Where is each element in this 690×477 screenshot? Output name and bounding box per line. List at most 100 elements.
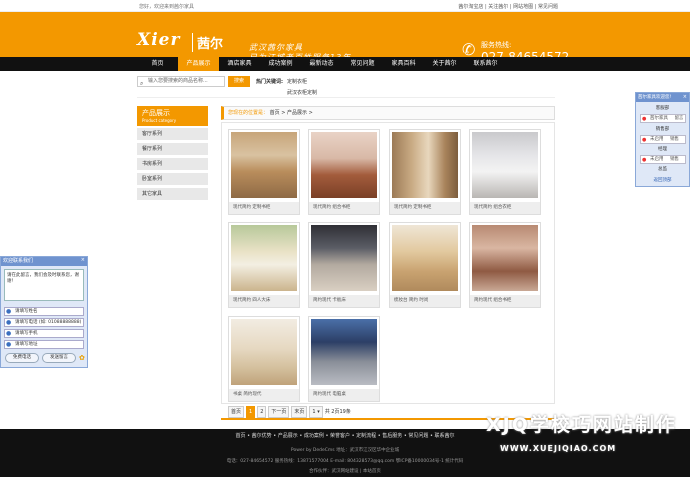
breadcrumb-label: 您现在的位置是：	[228, 110, 269, 116]
qq-icon: ●	[642, 137, 647, 143]
product-image[interactable]	[311, 225, 377, 291]
product-image[interactable]	[392, 132, 458, 198]
product-caption[interactable]: 书桌 简约现代	[229, 389, 299, 401]
product-image[interactable]	[231, 225, 297, 291]
hotline-label: 服务热线:	[481, 41, 512, 49]
qq-label: 未启用	[650, 157, 664, 162]
product-caption[interactable]: 现代简约 组合衣柜	[470, 202, 540, 214]
nav-item-news[interactable]: 最新动态	[301, 57, 342, 71]
search-button[interactable]: 搜索	[228, 76, 250, 87]
watermark-line1: XJQ学校巧网站制作	[486, 414, 677, 436]
nav-item-home[interactable]: 首页	[137, 57, 178, 71]
emoji-icon[interactable]: ✿	[79, 354, 85, 362]
product-card[interactable]: 简约现代 卡板床	[308, 222, 380, 308]
qq-label: 留言	[674, 116, 684, 121]
breadcrumb-current[interactable]: 产品展示	[287, 110, 307, 116]
pager-select[interactable]: 1 ▾	[309, 406, 323, 418]
product-image[interactable]	[231, 132, 297, 198]
qq-contact[interactable]: ● 未启用 销售	[640, 155, 686, 164]
footer-partner[interactable]: 合作伙伴：武汉网站建设 | 本站首页	[0, 468, 690, 474]
breadcrumb-home[interactable]: 首页	[270, 110, 280, 116]
product-card[interactable]: 现代简约 定制书柜	[228, 129, 300, 215]
chevron-down-icon: ▾	[317, 409, 320, 415]
product-card[interactable]: 现代简约 组合衣柜	[469, 129, 541, 215]
qq-contact[interactable]: ● 未启用 销售	[640, 135, 686, 144]
nav-item-about[interactable]: 关于茜尔	[424, 57, 465, 71]
sidebar-item-living[interactable]: 客厅系列	[137, 128, 208, 141]
product-image[interactable]	[472, 225, 538, 291]
qq-contact[interactable]: ● 茜尔家具 留言	[640, 114, 686, 123]
chat-phone-field[interactable]: ● 请填写电话 (如: 01088888888)	[4, 318, 84, 327]
sidebar-item-dining[interactable]: 餐厅系列	[137, 143, 208, 156]
sidebar-item-bedroom[interactable]: 卧室系列	[137, 173, 208, 186]
sidebar-item-other[interactable]: 其它家具	[137, 188, 208, 201]
chat-address-field[interactable]: ● 请填写地址	[4, 340, 84, 349]
product-caption[interactable]: 梳妆台 简约 时尚	[390, 295, 460, 307]
product-card[interactable]: 现代简约 四人大床	[228, 222, 300, 308]
keyword-link[interactable]: 武汉衣柜定制	[287, 89, 317, 96]
user-icon: ●	[6, 308, 12, 315]
keyword-link[interactable]: 定制衣柜	[287, 78, 307, 85]
nav-item-hotel[interactable]: 酒店家具	[219, 57, 260, 71]
watermark-line2: WWW.XUEJIQIAO.COM	[500, 444, 617, 453]
sidebar-title-en: Product category	[142, 118, 177, 123]
sidebar-item-study[interactable]: 书房系列	[137, 158, 208, 171]
welcome-text: 您好，欢迎来到茜尔家具	[139, 4, 195, 10]
nav-item-contact[interactable]: 联系茜尔	[465, 57, 506, 71]
product-card[interactable]: 现代简约 组合书柜	[308, 129, 380, 215]
service-group-label: 总监	[658, 167, 667, 172]
product-image[interactable]	[392, 225, 458, 291]
product-image[interactable]	[472, 132, 538, 198]
product-caption[interactable]: 现代简约 组合书柜	[309, 202, 379, 214]
send-message-button[interactable]: 发送留言	[42, 353, 76, 363]
nav-item-faq[interactable]: 常见问题	[342, 57, 383, 71]
product-card[interactable]: 书桌 简约现代	[228, 316, 300, 402]
home-icon: ●	[6, 341, 12, 348]
logo-cn: 茜尔	[192, 33, 223, 52]
product-image[interactable]	[311, 319, 377, 385]
chat-name-field[interactable]: ● 请填写姓名	[4, 307, 84, 316]
nav-item-wiki[interactable]: 家具百科	[383, 57, 424, 71]
logo-en[interactable]: Xier	[137, 30, 180, 50]
chat-mobile-field[interactable]: ● 请填写手机	[4, 329, 84, 338]
chat-name-placeholder: 请填写姓名	[15, 309, 38, 314]
pagination: 首页 1 2 下一页 末页 1 ▾ 共 2页19条	[228, 406, 351, 418]
product-caption[interactable]: 现代简约 四人大床	[229, 295, 299, 307]
product-caption[interactable]: 简约现代 卡板床	[309, 295, 379, 307]
phone-icon: ✆	[462, 40, 476, 59]
service-group-label: 销售部	[655, 127, 670, 132]
free-call-button[interactable]: 免费电话	[5, 353, 39, 363]
qq-label: 茜尔家具	[650, 116, 668, 121]
top-links[interactable]: 茜尔淘宝店 | 关注茜尔 | 网站地图 | 常见问题	[458, 3, 558, 10]
product-caption[interactable]: 现代简约 定制书柜	[229, 202, 299, 214]
product-image[interactable]	[231, 319, 297, 385]
sidebar-title: 产品展示 Product category	[137, 106, 208, 126]
search-input[interactable]: ⌕ 输入您要搜索的商品名称...	[137, 76, 225, 87]
pager-last[interactable]: 末页	[291, 406, 308, 418]
product-caption[interactable]: 简约现代 电脑桌	[309, 389, 379, 401]
pager-next[interactable]: 下一页	[268, 406, 290, 418]
nav-item-cases[interactable]: 成功案例	[260, 57, 301, 71]
pager-page-2[interactable]: 2	[257, 406, 267, 418]
chat-message-field[interactable]: 请在此留言，我们会及时联系您，谢谢！	[4, 269, 84, 301]
product-caption[interactable]: 简约现代 组合书柜	[470, 295, 540, 307]
breadcrumb: 您现在的位置是： 首页 > 产品展示 >	[221, 106, 555, 120]
pager-first[interactable]: 首页	[228, 406, 245, 418]
qq-label: 销售	[669, 157, 679, 162]
product-card[interactable]: 简约现代 电脑桌	[308, 316, 380, 402]
nav-item-products[interactable]: 产品展示	[178, 57, 219, 71]
product-card[interactable]: 现代简约 定制书柜	[389, 129, 461, 215]
product-card[interactable]: 梳妆台 简约 时尚	[389, 222, 461, 308]
main-nav: 首页 产品展示 酒店家具 成功案例 最新动态 常见问题 家具百科 关于茜尔 联系…	[0, 57, 690, 71]
header: Xier 茜尔 武汉茜尔家具 已为江城老百姓服务13年 ✆ 服务热线: 027-…	[0, 12, 690, 64]
product-card[interactable]: 简约现代 组合书柜	[469, 222, 541, 308]
pager-page-1[interactable]: 1	[246, 406, 256, 418]
close-icon[interactable]: ×	[81, 257, 85, 263]
qq-icon: ●	[642, 116, 647, 122]
close-icon[interactable]: ×	[683, 94, 687, 100]
pager-select-value: 1	[312, 409, 316, 415]
qq-label: 销售	[669, 137, 679, 142]
back-to-top-link[interactable]: 返回顶部	[636, 177, 689, 185]
product-image[interactable]	[311, 132, 377, 198]
product-caption[interactable]: 现代简约 定制书柜	[390, 202, 460, 214]
